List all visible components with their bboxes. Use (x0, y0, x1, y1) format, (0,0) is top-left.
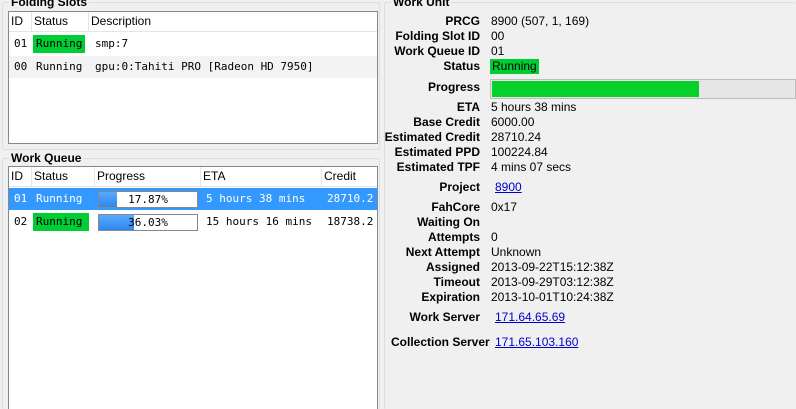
slot-id: 01 (14, 37, 28, 50)
column-header-eta[interactable]: ETA (201, 167, 322, 187)
queue-status-cell: Running (33, 211, 95, 233)
work-queue-id-value: 01 (491, 44, 505, 58)
attempts-value: 0 (491, 230, 498, 244)
waiting-on-label: Waiting On (417, 215, 480, 229)
work-unit-title: Work Unit (391, 0, 452, 9)
collection-server-link[interactable]: 171.65.103.160 (495, 335, 578, 350)
estimated-ppd-value: 100224.84 (491, 145, 548, 159)
estimated-credit-label: Estimated Credit (384, 130, 480, 144)
column-header-credit[interactable]: Credit (322, 167, 377, 187)
slot-status-badge: Running (33, 35, 86, 53)
column-header-description[interactable]: Description (89, 12, 377, 32)
prop-estimated-ppd: Estimated PPD 100224.84 (389, 145, 789, 160)
slot-description: smp:7 (95, 37, 129, 50)
base-credit-label: Base Credit (413, 115, 480, 129)
expiration-label: Expiration (421, 290, 480, 304)
slot-status: Running (36, 60, 83, 73)
work-queue-list[interactable]: ID Status Progress ETA Credit 01 Running… (8, 166, 378, 409)
column-header-progress[interactable]: Progress (95, 167, 201, 187)
work-unit-progress-fill (492, 81, 699, 97)
column-header-id[interactable]: ID (9, 167, 32, 187)
assigned-label: Assigned (425, 260, 480, 274)
queue-credit: 18738.2 (327, 215, 374, 228)
status-value: Running (490, 59, 539, 74)
prop-estimated-credit: Estimated Credit 28710.24 (385, 130, 789, 145)
prop-next-attempt: Next Attempt Unknown (389, 245, 789, 260)
column-header-status[interactable]: Status (32, 167, 95, 187)
progress-label: Progress (427, 80, 480, 94)
column-header-status[interactable]: Status (32, 12, 89, 32)
eta-label: ETA (456, 100, 480, 114)
queue-progress-text: 36.03% (128, 216, 168, 229)
prcg-value: 8900 (507, 1, 169) (491, 14, 590, 28)
queue-progress-bar: 36.03% (98, 214, 198, 231)
base-credit-value: 6000.00 (491, 115, 535, 129)
expiration-value: 2013-10-01T10:24:38Z (491, 290, 614, 304)
queue-row-selected[interactable]: 01 Running 17.87% 5 hours 38 mins 28710.… (9, 188, 377, 210)
work-server-link[interactable]: 171.64.65.69 (495, 310, 565, 325)
estimated-ppd-label: Estimated PPD (394, 145, 480, 159)
queue-row[interactable]: 02 Running 36.03% 15 hours 16 mins 18738… (9, 211, 377, 233)
queue-eta: 15 hours 16 mins (206, 215, 312, 228)
prop-status: Status Running (389, 59, 789, 74)
project-label: Project (439, 180, 480, 194)
work-server-label: Work Server (409, 310, 480, 324)
prop-folding-slot: Folding Slot ID 00 (389, 29, 789, 44)
folding-slots-list[interactable]: ID Status Description 01 Running smp:7 0… (8, 11, 378, 144)
work-queue-header: ID Status Progress ETA Credit (9, 167, 377, 187)
prop-fahcore: FahCore 0x17 (389, 200, 789, 215)
next-attempt-label: Next Attempt (405, 245, 480, 259)
project-link[interactable]: 8900 (495, 180, 522, 195)
estimated-tpf-value: 4 mins 07 secs (491, 160, 572, 174)
prop-timeout: Timeout 2013-09-29T03:12:38Z (389, 275, 789, 290)
prcg-label: PRCG (445, 14, 480, 28)
queue-eta: 5 hours 38 mins (206, 192, 306, 205)
next-attempt-value: Unknown (491, 245, 542, 259)
collection-server-label: Collection Server (391, 335, 490, 349)
prop-work-queue: Work Queue ID 01 (389, 44, 789, 59)
fahcore-label: FahCore (431, 200, 480, 214)
prop-expiration: Expiration 2013-10-01T10:24:38Z (389, 290, 789, 305)
queue-progress-bar: 17.87% (98, 191, 198, 208)
folding-slots-title: Folding Slots (9, 0, 89, 9)
status-label: Status (443, 59, 480, 73)
estimated-tpf-label: Estimated TPF (396, 160, 480, 174)
prop-waiting-on: Waiting On (389, 215, 789, 230)
timeout-value: 2013-09-29T03:12:38Z (491, 275, 614, 289)
column-header-id[interactable]: ID (9, 12, 32, 32)
prop-collection-server: Collection Server 171.65.103.160 (389, 335, 789, 350)
queue-status: Running (36, 192, 83, 205)
prop-eta: ETA 5 hours 38 mins (389, 100, 789, 115)
eta-value: 5 hours 38 mins (491, 100, 577, 114)
prop-estimated-tpf: Estimated TPF 4 mins 07 secs (389, 160, 789, 175)
queue-id: 01 (14, 192, 28, 205)
estimated-credit-value: 28710.24 (491, 130, 542, 144)
work-unit-progress-bar (490, 79, 796, 99)
queue-id: 02 (14, 215, 28, 228)
prop-work-server: Work Server 171.64.65.69 (389, 310, 789, 325)
prop-attempts: Attempts 0 (389, 230, 789, 245)
prop-assigned: Assigned 2013-09-22T15:12:38Z (389, 260, 789, 275)
queue-progress-text: 17.87% (128, 193, 168, 206)
slot-id: 00 (14, 60, 28, 73)
work-queue-id-label: Work Queue ID (394, 44, 480, 58)
timeout-label: Timeout (433, 275, 480, 289)
folding-slot-label: Folding Slot ID (395, 29, 480, 43)
queue-credit: 28710.2 (327, 192, 374, 205)
slot-status-cell: Running (33, 33, 93, 55)
attempts-label: Attempts (427, 230, 480, 244)
assigned-value: 2013-09-22T15:12:38Z (491, 260, 614, 274)
folding-slots-header: ID Status Description (9, 12, 377, 32)
queue-status-badge: Running (33, 213, 90, 231)
slot-row[interactable]: 01 Running smp:7 (9, 33, 377, 55)
slot-description: gpu:0:Tahiti PRO [Radeon HD 7950] (95, 60, 314, 73)
fahcore-value: 0x17 (491, 200, 518, 214)
prop-base-credit: Base Credit 6000.00 (389, 115, 789, 130)
prop-prcg: PRCG 8900 (507, 1, 169) (389, 14, 789, 29)
slot-row[interactable]: 00 Running gpu:0:Tahiti PRO [Radeon HD 7… (9, 56, 377, 78)
folding-slot-value: 00 (491, 29, 505, 43)
prop-project: Project 8900 (389, 180, 789, 195)
work-queue-title: Work Queue (9, 151, 84, 165)
